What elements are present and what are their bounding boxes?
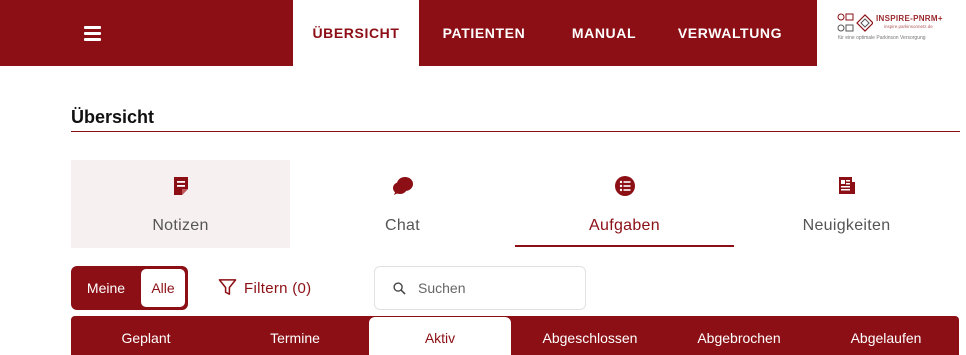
status-tab-abgebrochen[interactable]: Abgebrochen (665, 316, 813, 355)
brand-url: inspire.parkinsonnetz.de (884, 24, 933, 29)
status-tab-abgelaufen[interactable]: Abgelaufen (813, 316, 959, 355)
status-tab-abgeschlossen[interactable]: Abgeschlossen (515, 316, 665, 355)
scope-toggle: Meine Alle (71, 266, 188, 310)
nav-tab-manual[interactable]: MANUAL (556, 0, 652, 66)
section-label-aufgaben: Aufgaben (589, 217, 660, 234)
section-tab-notizen[interactable]: Notizen (71, 160, 290, 248)
scope-option-alle[interactable]: Alle (141, 269, 185, 307)
top-navigation-bar: ÜBERSICHT PATIENTEN MANUAL VERWALTUNG IN… (0, 0, 966, 66)
brand-tagline: für eine optimale Parkinson Versorgung (838, 35, 926, 41)
search-input[interactable] (418, 278, 578, 298)
filter-label: Filtern (0) (244, 280, 312, 297)
status-tab-termine[interactable]: Termine (221, 316, 369, 355)
brand-logo[interactable]: INSPIRE-PNRM+ inspire.parkinsonnetz.de f… (817, 0, 966, 66)
section-tab-neuigkeiten[interactable]: Neuigkeiten (737, 160, 956, 248)
section-label-neuigkeiten: Neuigkeiten (802, 217, 891, 234)
section-label-notizen: Notizen (152, 217, 209, 234)
title-divider (71, 131, 960, 132)
page-title: Übersicht (71, 107, 155, 127)
section-label-chat: Chat (385, 217, 420, 234)
hamburger-menu-icon[interactable] (82, 22, 104, 44)
magnifier-icon (393, 282, 406, 295)
status-tab-aktiv[interactable]: Aktiv (369, 317, 511, 355)
nav-tab-patienten[interactable]: PATIENTEN (426, 0, 542, 66)
chat-bubbles-icon (392, 177, 413, 195)
scope-option-meine[interactable]: Meine (74, 269, 138, 307)
section-tab-aufgaben[interactable]: Aufgaben (515, 160, 734, 248)
list-circle-icon (614, 176, 635, 196)
nav-tab-uebersicht[interactable]: ÜBERSICHT (293, 0, 419, 66)
search-box[interactable] (374, 266, 586, 310)
status-tab-bar: Geplant Termine Aktiv Abgeschlossen Abge… (71, 316, 959, 355)
brand-title: INSPIRE-PNRM+ (876, 14, 943, 23)
funnel-icon (218, 279, 237, 295)
newspaper-icon (838, 177, 855, 194)
notes-icon (173, 177, 188, 195)
status-tab-geplant[interactable]: Geplant (71, 316, 221, 355)
nav-tab-verwaltung[interactable]: VERWALTUNG (664, 0, 796, 66)
network-logo-icon (837, 13, 873, 32)
section-active-underline (515, 245, 734, 247)
section-tab-chat[interactable]: Chat (293, 160, 512, 248)
